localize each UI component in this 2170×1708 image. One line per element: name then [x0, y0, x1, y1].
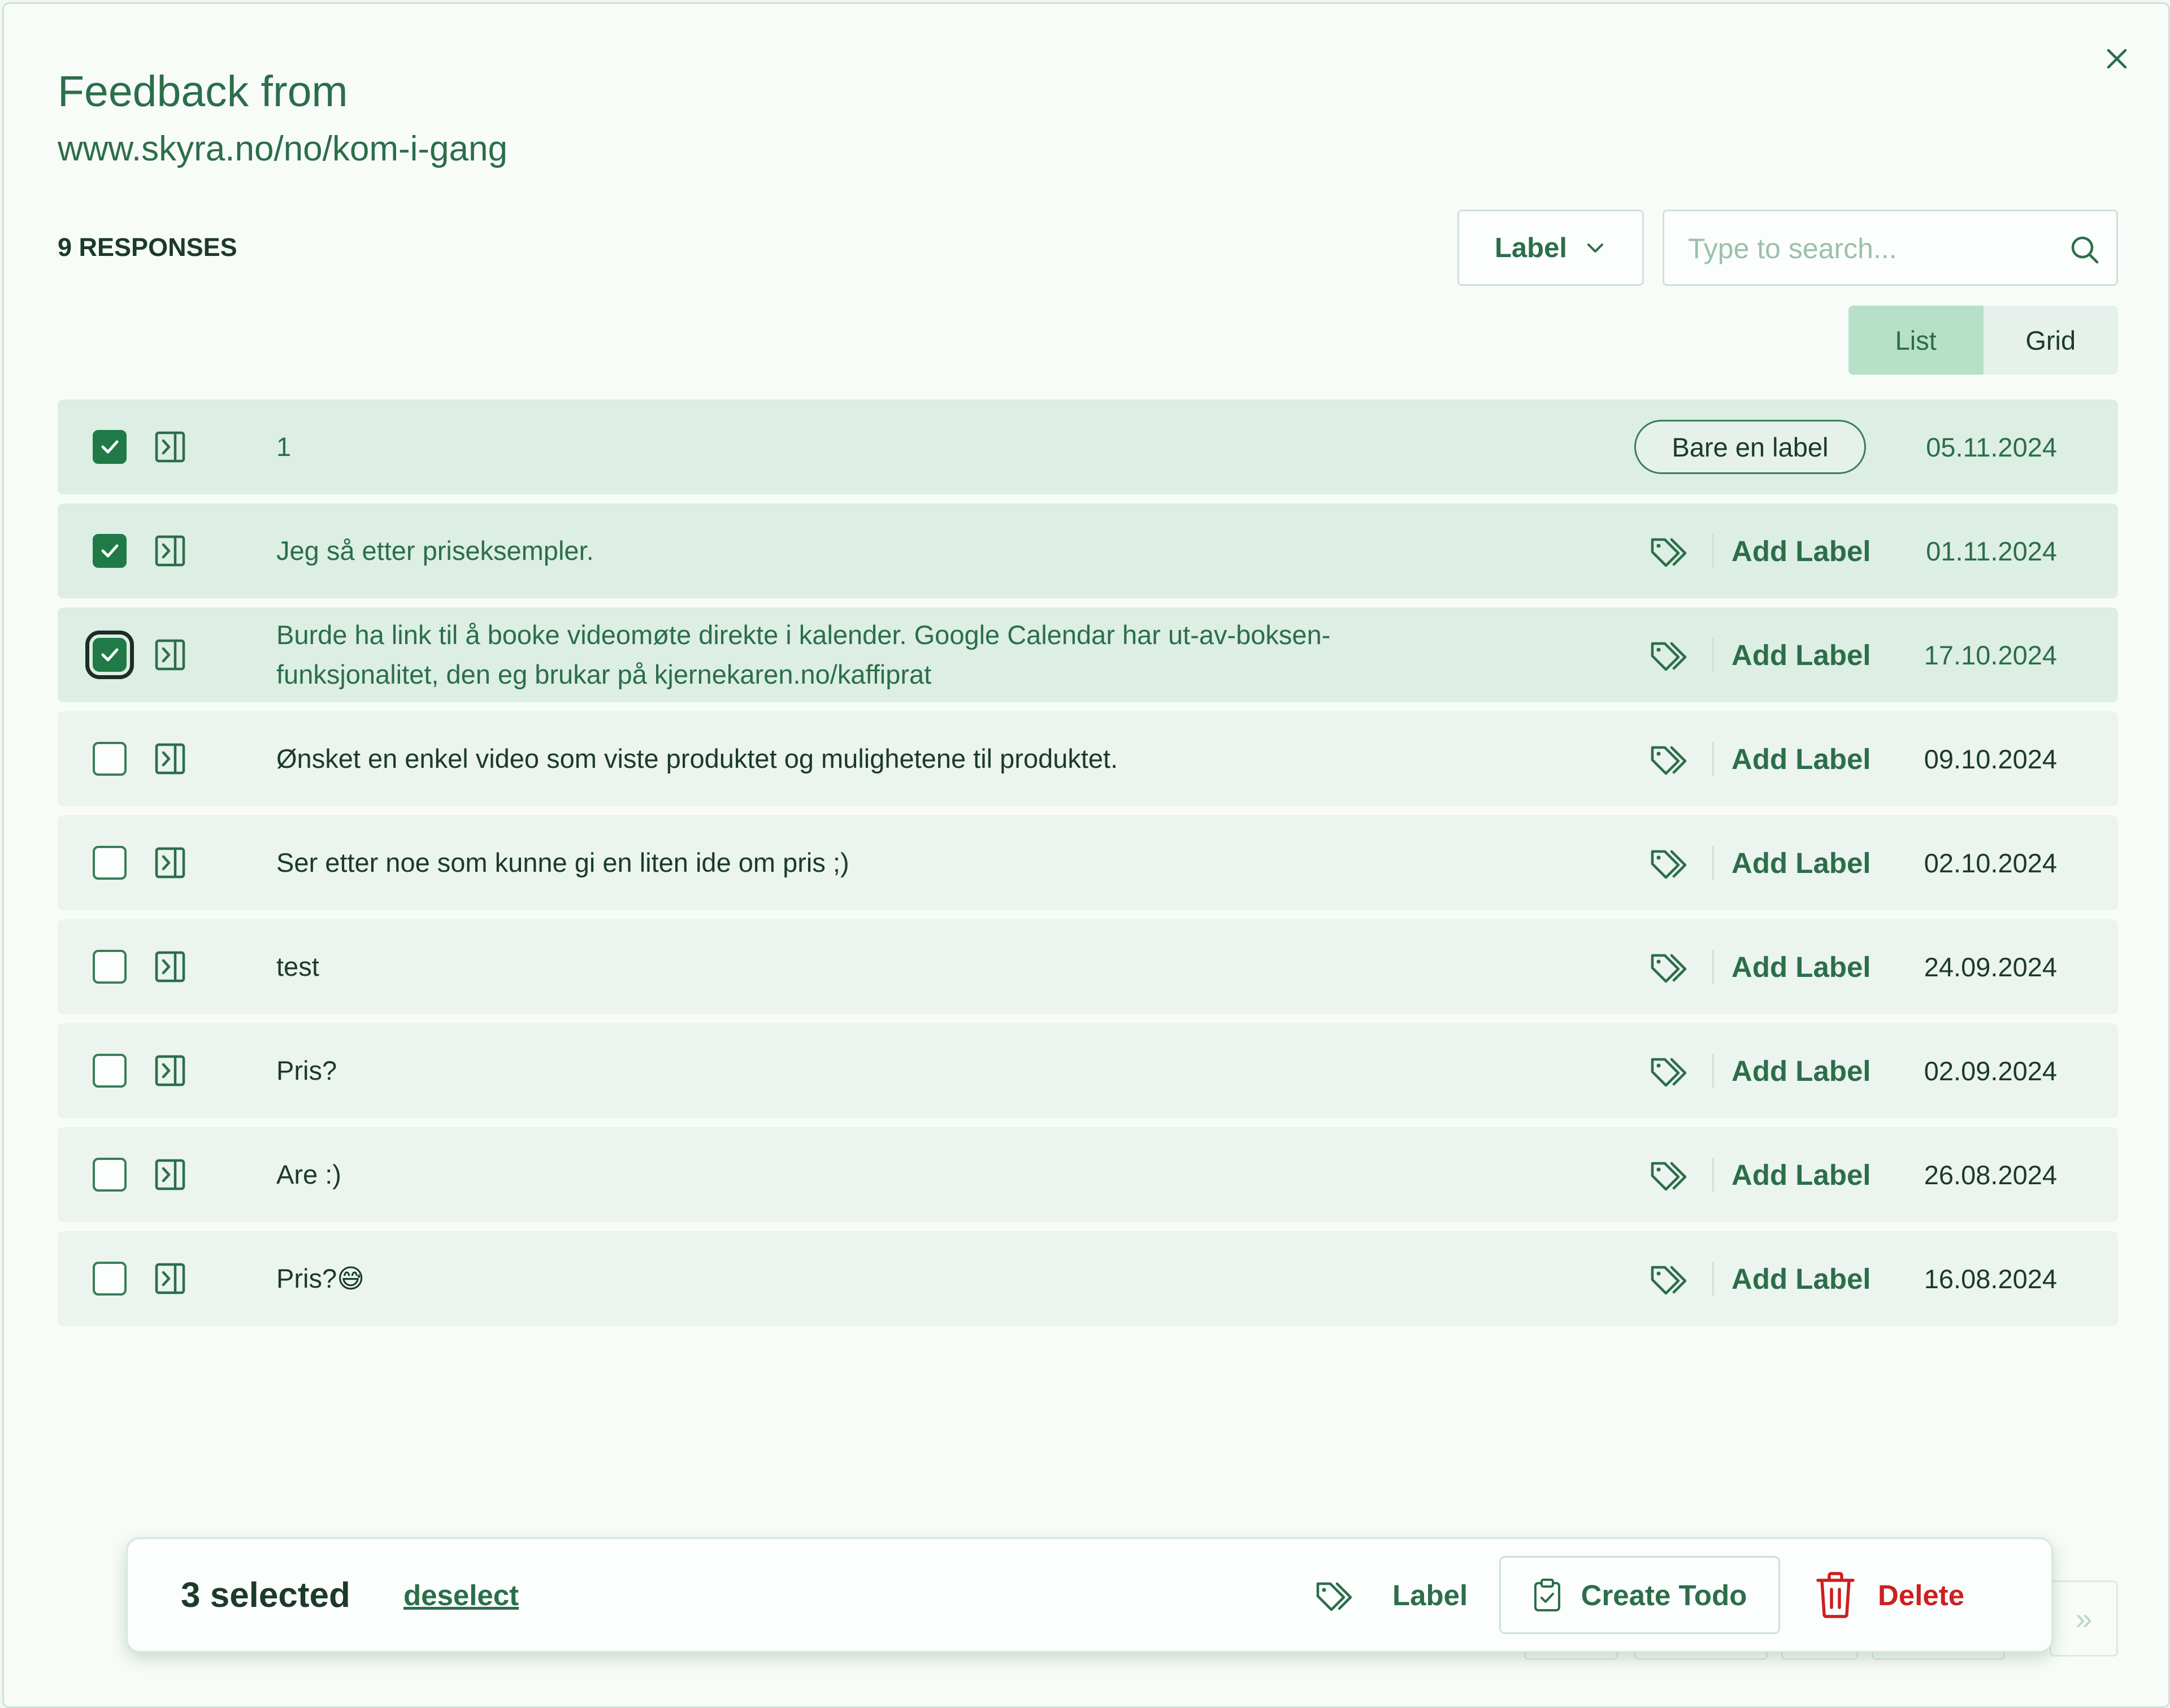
divider	[1712, 1158, 1714, 1192]
divider	[1712, 742, 1714, 776]
response-date: 01.11.2024	[1926, 536, 2057, 566]
add-label-button[interactable]: Add Label	[1731, 607, 1871, 702]
tag-icon[interactable]	[1649, 532, 1694, 570]
divider	[1712, 638, 1714, 672]
response-row[interactable]: Ønsket en enkel video som viste produkte…	[58, 711, 2118, 806]
create-todo-text: Create Todo	[1581, 1579, 1747, 1611]
response-date: 02.09.2024	[1924, 1055, 2057, 1086]
response-row[interactable]: Pris?😅 Add Label 16.08.2024	[58, 1231, 2118, 1326]
tag-icon[interactable]	[1649, 740, 1694, 778]
divider	[1712, 950, 1714, 984]
expand-panel-icon[interactable]	[155, 1159, 185, 1190]
response-date: 02.10.2024	[1924, 848, 2057, 878]
label-filter-text: Label	[1495, 232, 1567, 263]
response-row[interactable]: Pris? Add Label 02.09.2024	[58, 1023, 2118, 1118]
close-icon[interactable]	[2103, 45, 2131, 73]
row-checkbox[interactable]	[93, 742, 127, 776]
trash-icon	[1816, 1572, 1855, 1618]
divider	[1712, 1262, 1714, 1296]
expand-panel-icon[interactable]	[155, 535, 185, 567]
response-row[interactable]: Ser etter noe som kunne gi en liten ide …	[58, 815, 2118, 910]
row-checkbox[interactable]	[93, 1158, 127, 1192]
chevron-down-icon	[1587, 243, 1603, 253]
row-checkbox[interactable]	[93, 1054, 127, 1088]
dialog-title: Feedback from	[58, 67, 348, 116]
label-filter-dropdown[interactable]: Label	[1457, 210, 1644, 286]
response-text: 1	[276, 432, 292, 462]
view-list-button[interactable]: List	[1848, 306, 1984, 375]
response-text: Burde ha link til å booke videomøte dire…	[276, 620, 1331, 689]
expand-panel-icon[interactable]	[155, 1055, 185, 1086]
expand-panel-icon[interactable]	[155, 639, 185, 671]
response-row[interactable]: test Add Label 24.09.2024	[58, 919, 2118, 1014]
bulk-label-button[interactable]: Label	[1314, 1539, 1468, 1651]
response-text: test	[276, 951, 319, 981]
response-date: 09.10.2024	[1924, 744, 2057, 774]
expand-panel-icon[interactable]	[155, 951, 185, 983]
search-icon[interactable]	[2069, 234, 2100, 266]
expand-panel-icon[interactable]	[155, 1263, 185, 1294]
tag-icon[interactable]	[1649, 844, 1694, 882]
tag-icon[interactable]	[1649, 636, 1694, 674]
response-text: Pris?😅	[276, 1263, 365, 1293]
tag-icon[interactable]	[1649, 1051, 1694, 1090]
view-grid-button[interactable]: Grid	[1984, 306, 2119, 375]
expand-panel-icon[interactable]	[155, 431, 185, 463]
add-label-button[interactable]: Add Label	[1731, 1023, 1871, 1118]
response-date: 16.08.2024	[1924, 1263, 2057, 1294]
response-row[interactable]: Jeg så etter priseksempler. Add Label 01.1…	[58, 503, 2118, 598]
add-label-button[interactable]: Add Label	[1731, 711, 1871, 806]
row-checkbox[interactable]	[93, 950, 127, 984]
response-row[interactable]: Are :) Add Label 26.08.2024	[58, 1127, 2118, 1222]
response-text: Ser etter noe som kunne gi en liten ide …	[276, 848, 849, 877]
dialog-subtitle-url: www.skyra.no/no/kom-i-gang	[58, 129, 507, 168]
clipboard-check-icon	[1534, 1579, 1560, 1611]
row-checkbox[interactable]	[93, 430, 127, 464]
tag-icon[interactable]	[1649, 1259, 1694, 1298]
row-checkbox[interactable]	[93, 534, 127, 568]
response-date: 26.08.2024	[1924, 1159, 2057, 1190]
divider	[1712, 534, 1714, 568]
divider	[1712, 846, 1714, 880]
tag-icon[interactable]	[1649, 1155, 1694, 1194]
response-row[interactable]: Burde ha link til å booke videomøte dire…	[58, 607, 2118, 702]
response-date: 17.10.2024	[1924, 640, 2057, 670]
create-todo-button[interactable]: Create Todo	[1499, 1556, 1780, 1634]
response-date: 05.11.2024	[1926, 432, 2057, 462]
response-count: 9 RESPONSES	[58, 233, 237, 262]
row-checkbox[interactable]	[93, 1262, 127, 1296]
row-checkbox[interactable]	[85, 631, 134, 679]
add-label-button[interactable]: Add Label	[1731, 815, 1871, 910]
add-label-button[interactable]: Add Label	[1731, 1231, 1871, 1326]
add-label-button[interactable]: Add Label	[1731, 1127, 1871, 1222]
response-date: 24.09.2024	[1924, 951, 2057, 982]
expand-panel-icon[interactable]	[155, 743, 185, 775]
response-row[interactable]: 1 Bare en label 05.11.2024	[58, 399, 2118, 494]
divider	[1712, 1054, 1714, 1088]
response-text: Are :)	[276, 1159, 341, 1189]
expand-panel-icon[interactable]	[155, 847, 185, 879]
row-checkbox[interactable]	[93, 846, 127, 880]
bulk-label-text: Label	[1392, 1579, 1468, 1611]
feedback-dialog: Feedback from www.skyra.no/no/kom-i-gang…	[2, 2, 2170, 1708]
search-box	[1663, 210, 2118, 286]
response-text: Pris?	[276, 1055, 337, 1085]
bulk-action-bar: 3 selected deselect Label Create Todo De…	[126, 1537, 2053, 1653]
delete-button[interactable]: Delete	[1815, 1539, 1964, 1651]
add-label-button[interactable]: Add Label	[1731, 919, 1871, 1014]
label-pill[interactable]: Bare en label	[1634, 420, 1866, 474]
deselect-link[interactable]: deselect	[403, 1539, 519, 1651]
response-text: Jeg så etter priseksempler.	[276, 536, 594, 566]
tag-icon[interactable]	[1649, 948, 1694, 986]
selected-count: 3 selected	[181, 1575, 350, 1615]
pagination-next-button[interactable]: »	[2050, 1580, 2118, 1657]
delete-text: Delete	[1878, 1579, 1965, 1611]
add-label-button[interactable]: Add Label	[1731, 503, 1871, 598]
response-text: Ønsket en enkel video som viste produkte…	[276, 744, 1118, 773]
view-toggle: List Grid	[1848, 306, 2118, 375]
tag-icon	[1316, 1582, 1352, 1611]
search-input[interactable]	[1687, 228, 2051, 269]
